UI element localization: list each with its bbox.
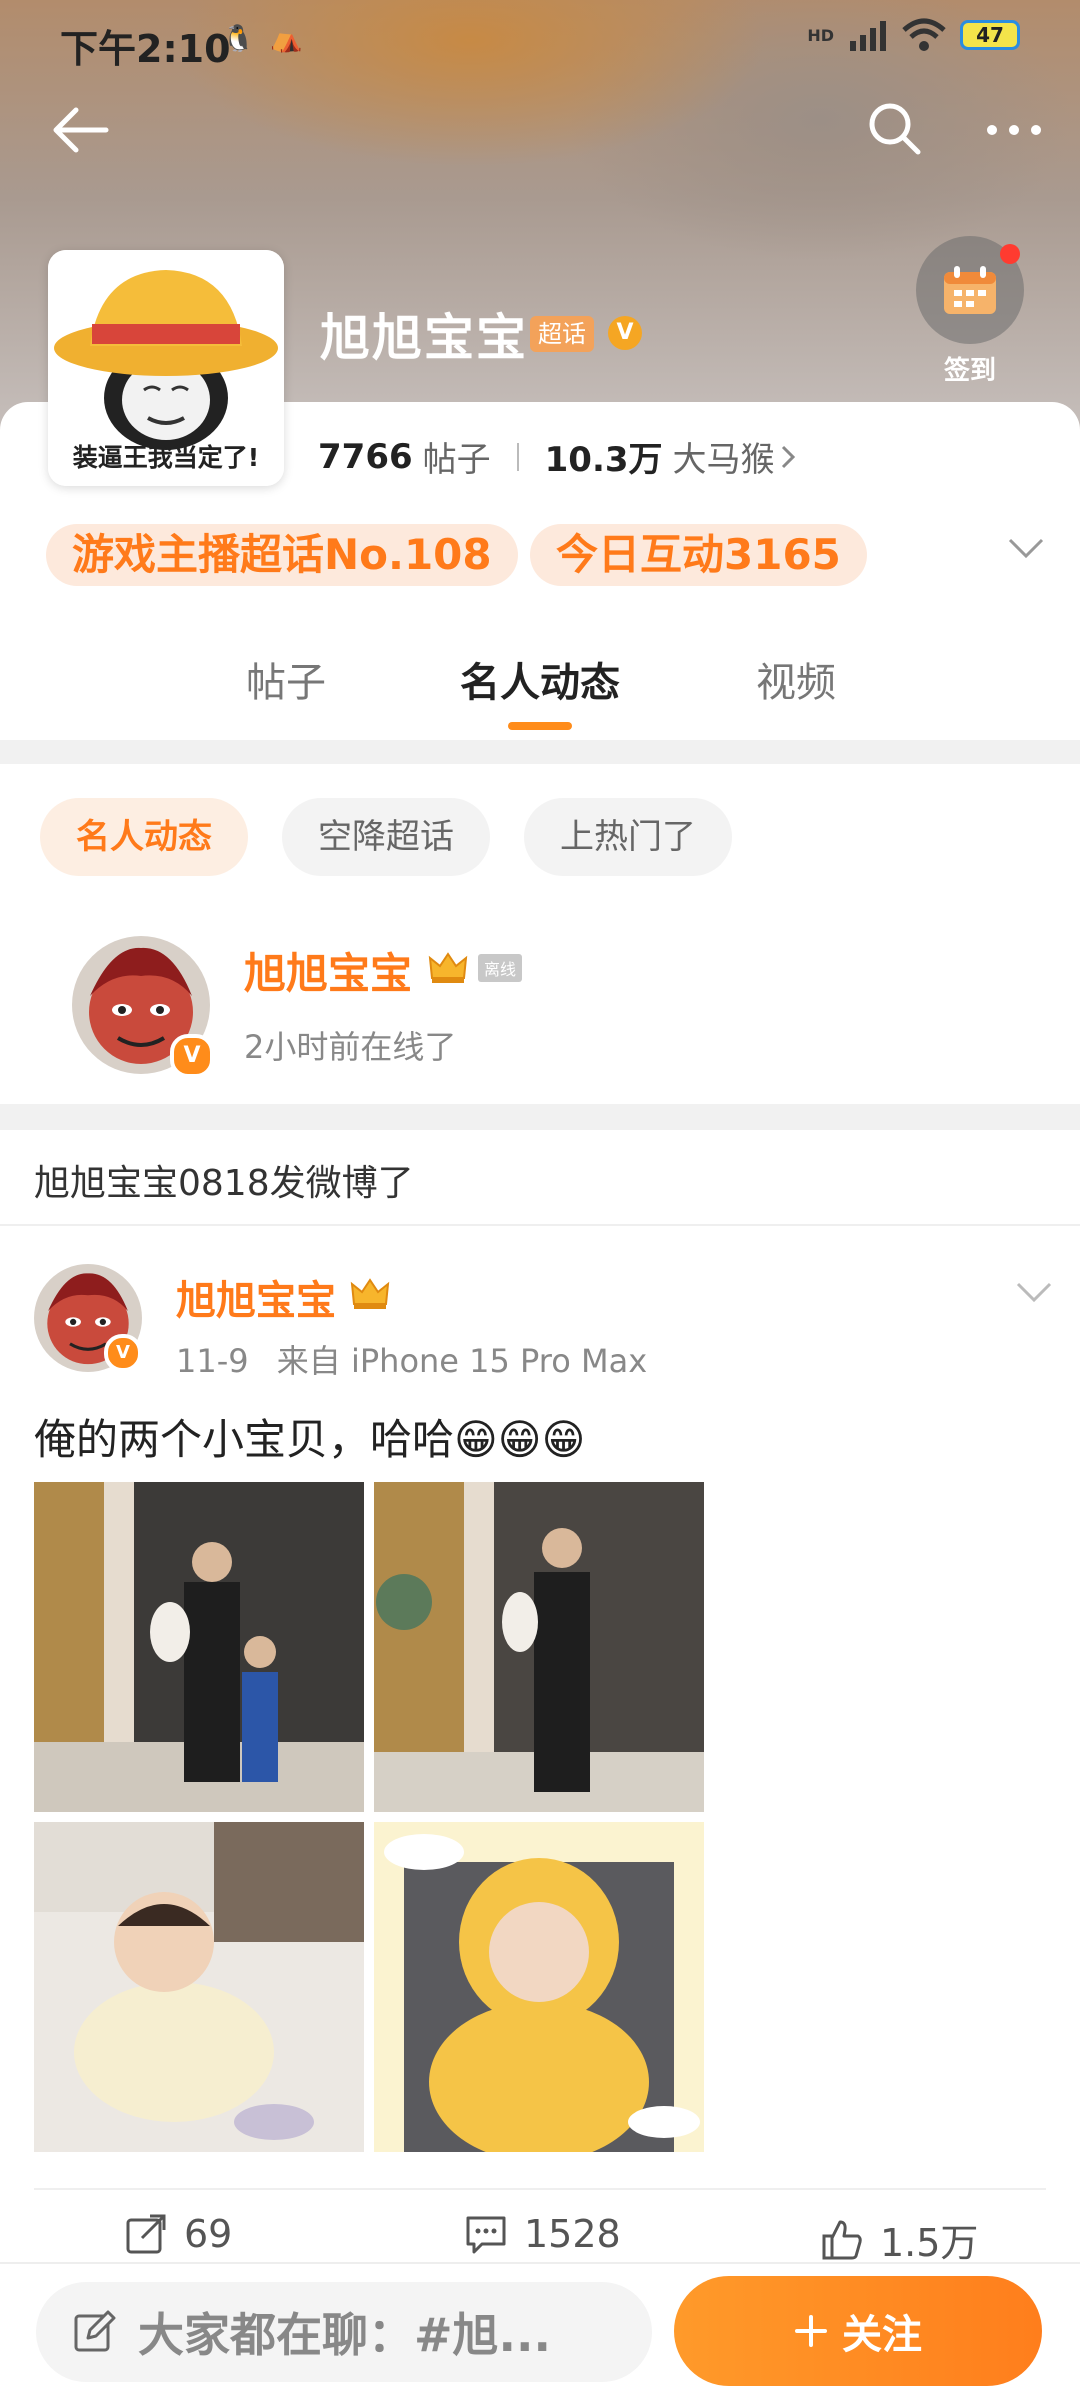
post-text: 俺的两个小宝贝，哈哈😁😁😁 <box>34 1415 586 1464</box>
chevron-down-icon[interactable] <box>1006 536 1046 564</box>
fans-label[interactable]: 大马猴 <box>673 432 775 481</box>
forum-name: 旭旭宝宝 <box>320 309 528 367</box>
repost-count: 69 <box>184 2212 233 2256</box>
signal-icon <box>850 21 886 51</box>
offline-tag: 离线 <box>478 954 523 982</box>
divider <box>0 1224 1080 1226</box>
chat-input[interactable]: 大家都在聊：#旭... <box>36 2282 652 2382</box>
tab-celebrity-updates[interactable]: 名人动态 <box>460 650 620 708</box>
like-count: 1.5万 <box>880 2221 979 2265</box>
verified-badge-icon: V <box>104 1334 142 1372</box>
post-source: 来自 iPhone 15 Pro Max <box>276 1342 648 1380</box>
interaction-pill[interactable]: 今日互动3165 <box>530 524 867 586</box>
post-photo-1[interactable] <box>34 1482 364 1812</box>
post-date: 11-9 <box>176 1342 249 1380</box>
follow-button[interactable]: 关注 <box>674 2276 1042 2386</box>
post-photo-2[interactable] <box>374 1482 704 1812</box>
calendar-icon <box>944 266 996 314</box>
plus-icon <box>795 2315 827 2347</box>
tab-bar: 帖子 名人动态 视频 <box>0 650 1080 730</box>
comment-button[interactable]: 1528 <box>464 2212 621 2256</box>
celebrity-online-status: 2小时前在线了 <box>244 1028 457 1066</box>
status-indicators: HD 47 <box>807 18 1020 52</box>
notification-penguin-icon: 🐧 <box>222 24 255 54</box>
more-options-icon[interactable] <box>982 110 1046 150</box>
divider <box>34 2188 1046 2190</box>
tab-posts[interactable]: 帖子 <box>246 650 326 708</box>
crown-icon <box>428 952 468 983</box>
avatar-caption: 装逼王我当定了! <box>72 443 260 472</box>
post-photo-3[interactable] <box>34 1822 364 2152</box>
filter-chip-trending[interactable]: 上热门了 <box>524 798 732 876</box>
forum-stats: 7766 帖子 10.3万 大马猴 <box>318 432 797 481</box>
checkin-label: 签到 <box>943 356 996 386</box>
section-divider <box>0 1104 1080 1130</box>
back-arrow-icon[interactable] <box>44 100 116 160</box>
checkin-notification-dot <box>1000 244 1020 264</box>
chat-placeholder: 大家都在聊：#旭... <box>138 2308 551 2362</box>
crown-icon <box>350 1278 390 1309</box>
verified-badge-icon: V <box>170 1034 214 1078</box>
verified-icon: V <box>608 316 642 350</box>
stats-separator <box>516 442 519 471</box>
section-divider <box>0 740 1080 764</box>
tab-active-indicator <box>508 722 572 730</box>
battery-indicator: 47 <box>960 20 1020 50</box>
posts-label: 帖子 <box>422 440 491 480</box>
post-meta: 11-9 来自 iPhone 15 Pro Max <box>176 1336 647 1382</box>
post-photo-4[interactable] <box>374 1822 704 2152</box>
rank-pill[interactable]: 游戏主播超话No.108 <box>46 524 518 586</box>
notice-text[interactable]: 旭旭宝宝0818发微博了 <box>34 1154 414 1206</box>
post-menu-chevron-icon[interactable] <box>1014 1280 1054 1308</box>
search-icon[interactable] <box>862 96 926 160</box>
repost-button[interactable]: 69 <box>124 2212 232 2256</box>
status-bar: 下午2:10 🐧 ⛺ HD 47 <box>0 0 1080 80</box>
celebrity-name[interactable]: 旭旭宝宝 <box>244 940 412 1001</box>
tab-videos[interactable]: 视频 <box>756 650 836 708</box>
chaohua-badge: 超话 <box>530 316 594 352</box>
follow-label: 关注 <box>842 2312 922 2358</box>
fans-count: 10.3万 <box>544 440 663 480</box>
edit-icon <box>74 2310 116 2352</box>
comment-icon <box>466 2216 506 2254</box>
forum-avatar[interactable]: 装逼王我当定了! <box>48 250 284 486</box>
thumbs-up-icon <box>822 2220 862 2259</box>
post-author-name[interactable]: 旭旭宝宝 <box>176 1268 336 1326</box>
chevron-right-icon <box>781 445 795 468</box>
comment-count: 1528 <box>524 2212 621 2256</box>
posts-count: 7766 <box>318 436 413 477</box>
filter-chip-celebrity[interactable]: 名人动态 <box>40 798 248 876</box>
wifi-icon <box>902 18 946 51</box>
status-time: 下午2:10 <box>60 27 231 71</box>
share-icon <box>126 2214 166 2254</box>
filter-chip-airdrop[interactable]: 空降超话 <box>282 798 490 876</box>
network-type: HD <box>807 25 834 45</box>
notification-app-icon: ⛺ <box>270 24 303 54</box>
like-button[interactable]: 1.5万 <box>820 2212 978 2267</box>
